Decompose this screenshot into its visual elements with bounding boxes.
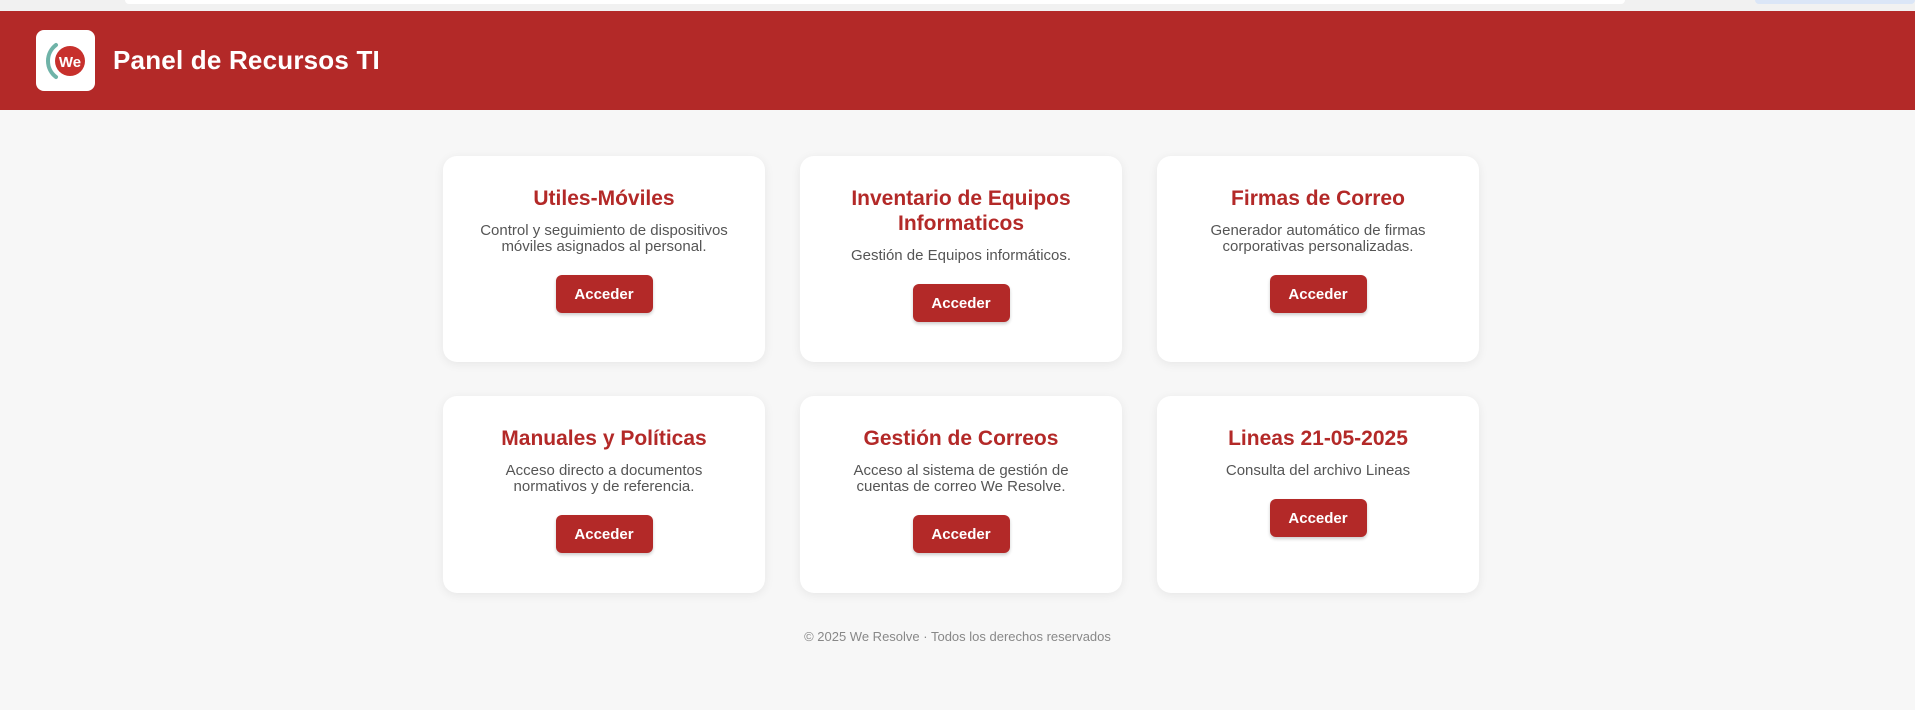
- card-manuales-politicas: Manuales y Políticas Acceso directo a do…: [443, 396, 765, 593]
- svg-text:We: We: [58, 54, 80, 71]
- card-gestion-correos: Gestión de Correos Acceso al sistema de …: [800, 396, 1122, 593]
- card-firmas-correo: Firmas de Correo Generador automático de…: [1157, 156, 1479, 362]
- card-title: Inventario de Equipos Informaticos: [851, 187, 1071, 235]
- card-title: Lineas 21-05-2025: [1228, 427, 1408, 450]
- card-description: Acceso directo a documentos normativos y…: [505, 462, 703, 495]
- acceder-button-gestion-correos[interactable]: Acceder: [912, 515, 1010, 553]
- card-description: Consulta del archivo Lineas: [1225, 462, 1411, 479]
- card-title: Manuales y Políticas: [501, 427, 707, 450]
- acceder-button-inventario[interactable]: Acceder: [912, 284, 1010, 322]
- card-title: Gestión de Correos: [863, 427, 1059, 450]
- acceder-button-manuales[interactable]: Acceder: [555, 515, 653, 553]
- resource-cards-grid: Utiles-Móviles Control y seguimiento de …: [443, 156, 1479, 593]
- card-description: Gestión de Equipos informáticos.: [850, 247, 1072, 264]
- card-description: Generador automático de firmas corporati…: [1210, 222, 1426, 255]
- acceder-button-lineas[interactable]: Acceder: [1269, 499, 1367, 537]
- we-logo-icon: We: [45, 42, 85, 79]
- card-utiles-moviles: Utiles-Móviles Control y seguimiento de …: [443, 156, 765, 362]
- card-inventario-equipos: Inventario de Equipos Informaticos Gesti…: [800, 156, 1122, 362]
- browser-address-bar-edge: [125, 0, 1625, 4]
- card-description: Acceso al sistema de gestión de cuentas …: [853, 462, 1069, 495]
- card-title: Firmas de Correo: [1231, 187, 1405, 210]
- card-lineas: Lineas 21-05-2025 Consulta del archivo L…: [1157, 396, 1479, 593]
- card-title: Utiles-Móviles: [533, 187, 675, 210]
- acceder-button-utiles-moviles[interactable]: Acceder: [555, 275, 653, 313]
- card-description: Control y seguimiento de dispositivos mó…: [480, 222, 728, 255]
- browser-top-strip: [0, 0, 1915, 11]
- we-resolve-logo[interactable]: We: [36, 30, 95, 91]
- acceder-button-firmas[interactable]: Acceder: [1269, 275, 1367, 313]
- page-footer: © 2025 We Resolve · Todos los derechos r…: [804, 629, 1111, 644]
- browser-button-edge: [1755, 0, 1915, 4]
- app-header: We Panel de Recursos TI: [0, 11, 1915, 110]
- page-title: Panel de Recursos TI: [113, 45, 380, 75]
